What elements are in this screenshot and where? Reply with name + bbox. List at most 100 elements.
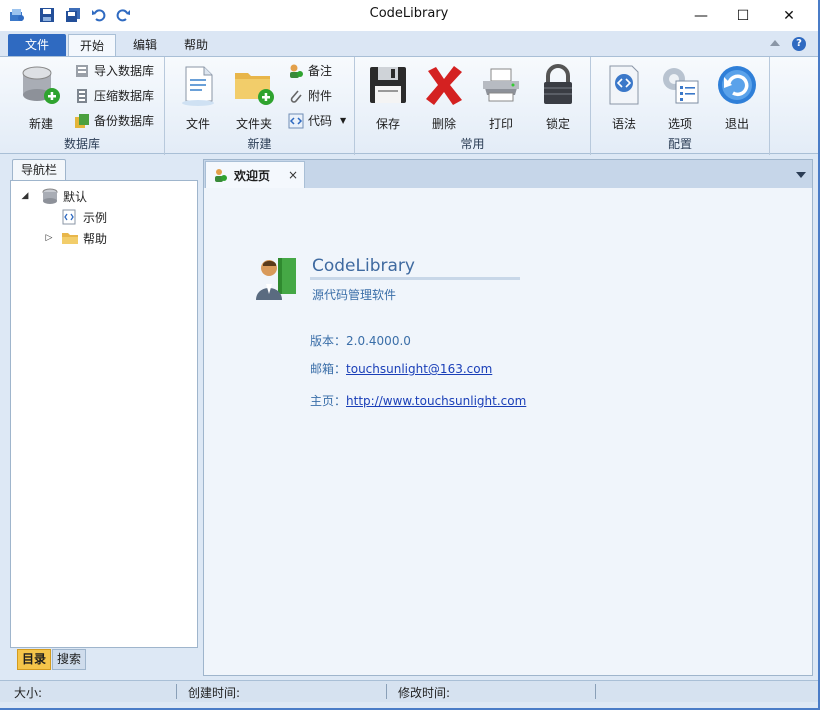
tab-catalog[interactable]: 目录 xyxy=(17,649,51,670)
status-separator xyxy=(176,684,177,699)
tab-home[interactable]: 开始 xyxy=(68,34,116,56)
exit-arrow-icon xyxy=(718,66,756,104)
new-folder-button[interactable]: 文件夹 xyxy=(229,63,279,132)
new-database-button[interactable]: 新建 xyxy=(16,63,66,132)
options-label: 选项 xyxy=(667,117,692,131)
tab-close-button[interactable]: × xyxy=(288,168,298,182)
nav-bottom-tabs: 目录 搜索 xyxy=(10,648,198,672)
nav-tree-panel: ◢ 默认 示例 ▷ 帮助 xyxy=(10,180,198,648)
compress-database-button[interactable]: 压缩数据库 xyxy=(74,86,154,106)
tab-edit[interactable]: 编辑 xyxy=(121,34,169,56)
options-button[interactable]: 选项 xyxy=(655,63,705,132)
version-label: 版本： xyxy=(310,334,347,348)
code-dropdown-icon[interactable]: ▼ xyxy=(340,111,346,131)
welcome-divider xyxy=(310,277,520,280)
folder-icon xyxy=(62,233,78,244)
code-file-icon xyxy=(62,209,76,225)
database-icon xyxy=(42,188,58,204)
tree-node-help[interactable]: ▷ 帮助 xyxy=(43,228,107,248)
printer-icon xyxy=(483,68,519,102)
welcome-title: CodeLibrary xyxy=(312,256,415,276)
syntax-label: 语法 xyxy=(611,117,636,131)
file-icon xyxy=(182,66,214,106)
tab-welcome-label: 欢迎页 xyxy=(234,168,271,183)
tree-node-help-label: 帮助 xyxy=(83,231,108,246)
ribbon-tab-row: 文件 开始 编辑 帮助 ? xyxy=(0,31,818,56)
version-row: 版本：2.0.4000.0 xyxy=(310,332,411,349)
import-database-button[interactable]: 导入数据库 xyxy=(74,61,154,81)
email-label: 邮箱： xyxy=(310,362,347,376)
tree-node-default-label: 默认 xyxy=(63,189,88,204)
homepage-label: 主页： xyxy=(310,394,347,408)
status-created: 创建时间: xyxy=(188,686,241,700)
print-label: 打印 xyxy=(488,117,513,131)
welcome-page: CodeLibrary 源代码管理软件 版本：2.0.4000.0 邮箱：tou… xyxy=(204,188,812,675)
document-tab-bar: 欢迎页 × xyxy=(204,160,812,188)
nav-panel-title[interactable]: 导航栏 xyxy=(12,159,66,181)
tree-node-default[interactable]: ◢ 默认 xyxy=(19,186,87,206)
close-button[interactable]: ✕ xyxy=(766,0,812,31)
backup-icon xyxy=(75,114,89,128)
note-icon xyxy=(290,64,303,78)
compress-icon xyxy=(77,89,87,103)
save-button[interactable]: 保存 xyxy=(363,63,413,132)
save-label: 保存 xyxy=(375,117,400,131)
collapse-ribbon-icon[interactable] xyxy=(770,40,780,46)
status-bar: 大小: 创建时间: 修改时间: xyxy=(0,680,818,702)
tab-list-dropdown-icon[interactable] xyxy=(796,172,806,178)
status-separator xyxy=(386,684,387,699)
lock-button[interactable]: 锁定 xyxy=(533,63,583,132)
tab-search[interactable]: 搜索 xyxy=(52,649,86,670)
floppy-disk-icon xyxy=(370,67,406,103)
maximize-button[interactable]: ☐ xyxy=(720,0,766,31)
padlock-icon xyxy=(544,64,572,104)
delete-x-icon xyxy=(426,66,462,105)
group-common: 保存 删除 打印 锁定 常用 xyxy=(355,57,591,155)
new-file-label: 文件 xyxy=(185,117,210,131)
print-button[interactable]: 打印 xyxy=(476,63,526,132)
lock-label: 锁定 xyxy=(545,117,570,131)
options-gear-icon xyxy=(663,68,699,104)
syntax-button[interactable]: 语法 xyxy=(599,63,649,132)
user-book-icon xyxy=(256,258,296,300)
attachment-button[interactable]: 附件 xyxy=(288,86,332,106)
group-config-label: 配置 xyxy=(667,137,692,151)
tree-node-example[interactable]: 示例 xyxy=(61,207,107,227)
syntax-icon xyxy=(609,65,639,105)
minimize-button[interactable]: — xyxy=(678,0,724,31)
app-window: CodeLibrary — ☐ ✕ 文件 开始 编辑 帮助 ? 新建 导入数据库… xyxy=(0,0,820,710)
code-icon xyxy=(288,113,304,129)
help-icon[interactable]: ? xyxy=(792,37,806,51)
note-button[interactable]: 备注 xyxy=(288,61,332,81)
tab-file[interactable]: 文件 xyxy=(8,34,66,56)
tab-welcome[interactable]: 欢迎页 × xyxy=(205,161,305,188)
expanded-arrow-icon[interactable]: ◢ xyxy=(19,191,31,201)
paperclip-icon xyxy=(290,90,302,103)
group-create-label: 新建 xyxy=(247,137,272,151)
delete-label: 删除 xyxy=(431,117,456,131)
ribbon: 新建 导入数据库 压缩数据库 备份数据库 数据库 文件 文件夹 备注 附件 代码… xyxy=(0,56,818,155)
document-area: 欢迎页 × CodeLibrary 源代码管理软件 版本：2.0.4000.0 … xyxy=(203,159,813,676)
backup-database-button[interactable]: 备份数据库 xyxy=(74,111,154,131)
delete-button[interactable]: 删除 xyxy=(419,63,469,132)
group-common-label: 常用 xyxy=(460,137,485,151)
email-link[interactable]: touchsunlight@163.com xyxy=(346,362,492,376)
folder-add-icon xyxy=(235,73,274,105)
backup-database-label: 备份数据库 xyxy=(94,114,155,128)
collapsed-arrow-icon[interactable]: ▷ xyxy=(43,233,55,243)
tree-node-example-label: 示例 xyxy=(83,210,108,225)
homepage-link[interactable]: http://www.touchsunlight.com xyxy=(346,394,526,408)
version-value: 2.0.4000.0 xyxy=(346,334,411,348)
code-button[interactable]: 代码 ▼ xyxy=(288,111,346,131)
database-add-icon xyxy=(22,66,60,104)
tab-help[interactable]: 帮助 xyxy=(172,34,220,56)
group-database-label: 数据库 xyxy=(63,137,100,151)
title-bar: CodeLibrary — ☐ ✕ xyxy=(0,0,818,31)
note-label: 备注 xyxy=(308,64,333,78)
status-separator xyxy=(595,684,596,699)
status-modified: 修改时间: xyxy=(398,686,451,700)
homepage-row: 主页：http://www.touchsunlight.com xyxy=(310,392,526,409)
exit-button[interactable]: 退出 xyxy=(712,63,762,132)
welcome-subtitle: 源代码管理软件 xyxy=(312,288,397,302)
new-file-button[interactable]: 文件 xyxy=(173,63,223,132)
